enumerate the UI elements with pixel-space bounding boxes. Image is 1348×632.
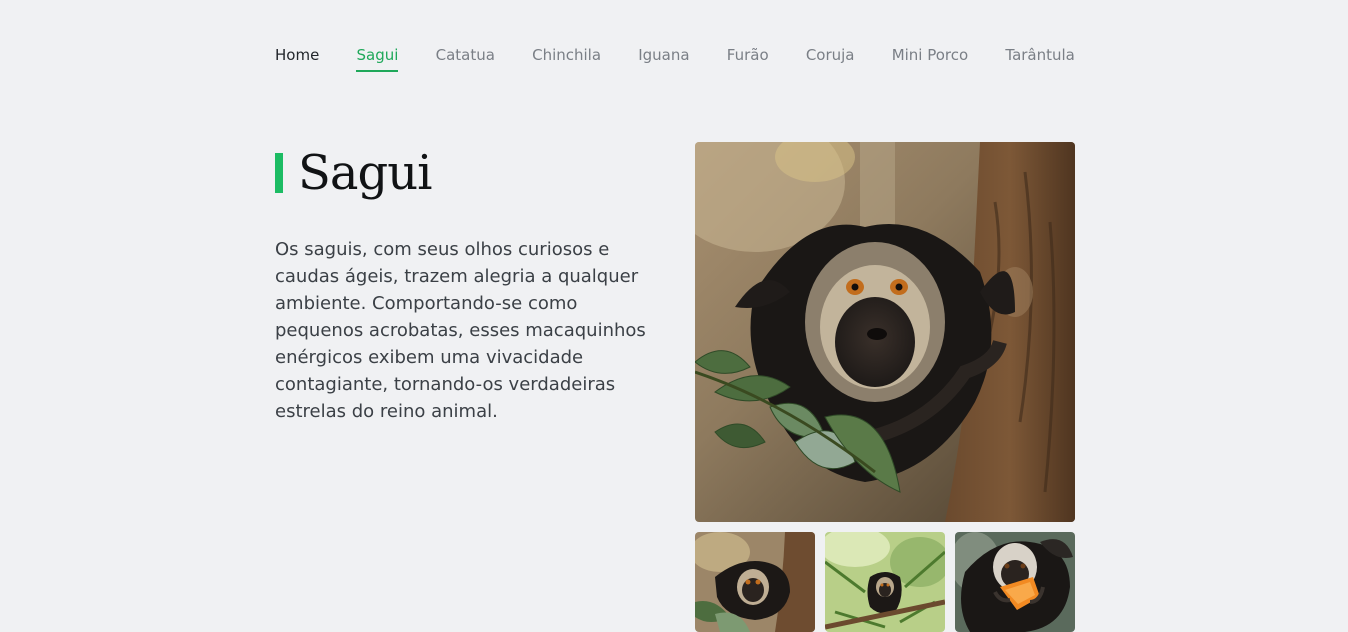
thumbnail-marmoset-in-leaves[interactable] (825, 532, 945, 632)
nav-link-chinchila[interactable]: Chinchila (532, 46, 601, 70)
nav-link-mini-porco[interactable]: Mini Porco (892, 46, 969, 70)
main-photo-marmoset (695, 142, 1075, 522)
page-title: Sagui (298, 145, 432, 201)
nav-link-sagui[interactable]: Sagui (356, 46, 399, 72)
thumbnail-marmoset-eating[interactable] (955, 532, 1075, 632)
nav-link-catatua[interactable]: Catatua (436, 46, 495, 70)
main-nav: Home Sagui Catatua Chinchila Iguana Furã… (275, 46, 1075, 74)
thumbnail-marmoset-on-tree[interactable] (695, 532, 815, 632)
nav-link-home[interactable]: Home (275, 46, 319, 70)
nav-link-coruja[interactable]: Coruja (806, 46, 855, 70)
nav-link-tarantula[interactable]: Tarântula (1005, 46, 1075, 70)
animal-description: Os saguis, com seus olhos curiosos e cau… (275, 239, 646, 422)
title-accent-bar (275, 153, 283, 193)
page-title-block: Sagui (275, 142, 432, 204)
nav-link-iguana[interactable]: Iguana (638, 46, 689, 70)
nav-link-furao[interactable]: Furão (727, 46, 769, 70)
